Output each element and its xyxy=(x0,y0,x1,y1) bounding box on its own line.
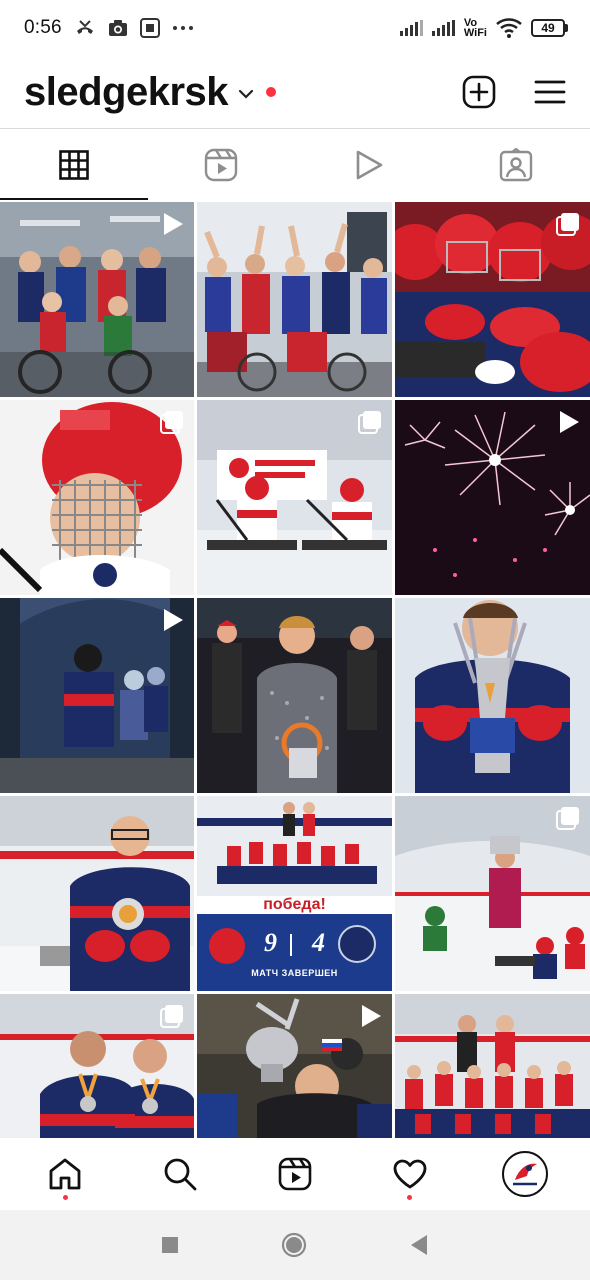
post-thumbnail[interactable] xyxy=(0,796,194,991)
video-post-icon xyxy=(164,213,183,235)
avatar xyxy=(501,1151,548,1197)
post-image xyxy=(197,796,392,991)
home-circle-icon[interactable] xyxy=(281,1232,307,1258)
post-thumbnail[interactable] xyxy=(0,994,194,1138)
profile-username[interactable]: sledgekrsk xyxy=(24,70,229,115)
activity-notification-dot xyxy=(407,1195,413,1200)
post-thumbnail[interactable] xyxy=(197,598,392,793)
play-icon xyxy=(356,150,383,179)
carousel-post-icon xyxy=(556,807,579,830)
nav-reels[interactable] xyxy=(267,1146,323,1202)
search-icon xyxy=(164,1158,197,1191)
battery-indicator: 49 xyxy=(531,19,568,37)
vowifi-indicator: Vo WiFi xyxy=(463,17,487,39)
match-status: МАТЧ ЗАВЕРШЕН xyxy=(251,968,338,978)
grid-icon xyxy=(58,149,89,180)
account-notification-dot xyxy=(266,87,277,97)
nav-activity[interactable] xyxy=(382,1146,438,1202)
victory-banner: победа! xyxy=(263,896,326,913)
tagged-icon xyxy=(500,147,533,181)
post-thumbnail[interactable] xyxy=(395,598,590,793)
post-image xyxy=(0,796,194,991)
post-thumbnail[interactable] xyxy=(0,202,194,397)
create-post-icon[interactable] xyxy=(462,75,496,109)
team-logo-icon xyxy=(505,1155,544,1193)
carousel-post-icon xyxy=(160,411,183,434)
post-thumbnail[interactable] xyxy=(0,400,194,595)
post-image xyxy=(197,202,392,397)
signal-1-icon xyxy=(399,20,423,36)
bottom-navigation xyxy=(0,1138,590,1210)
post-thumbnail[interactable] xyxy=(197,994,392,1138)
tab-tagged[interactable] xyxy=(443,129,590,200)
profile-tabs xyxy=(0,128,590,200)
signal-2-icon xyxy=(431,20,455,36)
posts-grid: победа! 9 4 МАТЧ ЗАВЕРШЕН xyxy=(0,202,590,1138)
status-time: 0:56 xyxy=(24,17,62,38)
missed-call-icon xyxy=(76,20,93,34)
more-dots-icon xyxy=(172,26,193,30)
post-thumbnail[interactable] xyxy=(395,400,590,595)
score-home: 9 xyxy=(264,928,277,957)
home-icon xyxy=(49,1158,81,1190)
video-post-icon xyxy=(560,411,579,433)
recents-icon[interactable] xyxy=(161,1236,179,1254)
post-thumbnail[interactable]: победа! 9 4 МАТЧ ЗАВЕРШЕН xyxy=(197,796,392,991)
status-bar: 0:56 Vo WiFi 49 xyxy=(0,0,590,56)
post-thumbnail[interactable] xyxy=(395,202,590,397)
chevron-down-icon[interactable] xyxy=(238,89,254,99)
post-image xyxy=(395,598,590,793)
post-thumbnail[interactable] xyxy=(0,598,194,793)
heart-icon xyxy=(393,1159,427,1189)
carousel-post-icon xyxy=(358,411,381,434)
post-thumbnail[interactable] xyxy=(395,796,590,991)
score-away: 4 xyxy=(312,928,325,957)
camera-icon xyxy=(108,20,127,36)
post-image xyxy=(197,598,392,793)
carousel-post-icon xyxy=(160,1005,183,1028)
post-thumbnail[interactable] xyxy=(197,400,392,595)
menu-icon[interactable] xyxy=(534,79,566,105)
profile-header: sledgekrsk xyxy=(0,56,590,128)
nav-home[interactable] xyxy=(37,1146,93,1202)
reels-icon xyxy=(205,148,238,181)
tab-videos[interactable] xyxy=(295,129,443,200)
tab-reels[interactable] xyxy=(148,129,296,200)
nav-search[interactable] xyxy=(152,1146,208,1202)
post-thumbnail[interactable] xyxy=(395,994,590,1138)
system-navigation-bar xyxy=(0,1210,590,1280)
tab-grid[interactable] xyxy=(0,129,148,200)
reels-icon xyxy=(278,1157,312,1191)
screen-record-icon xyxy=(139,18,160,38)
nav-profile[interactable] xyxy=(497,1146,553,1202)
carousel-post-icon xyxy=(556,213,579,236)
home-notification-dot xyxy=(62,1195,68,1200)
post-image xyxy=(395,994,590,1138)
video-post-icon xyxy=(362,1005,381,1027)
video-post-icon xyxy=(164,609,183,631)
back-icon[interactable] xyxy=(409,1234,429,1256)
post-thumbnail[interactable] xyxy=(197,202,392,397)
wifi-icon xyxy=(496,18,522,38)
